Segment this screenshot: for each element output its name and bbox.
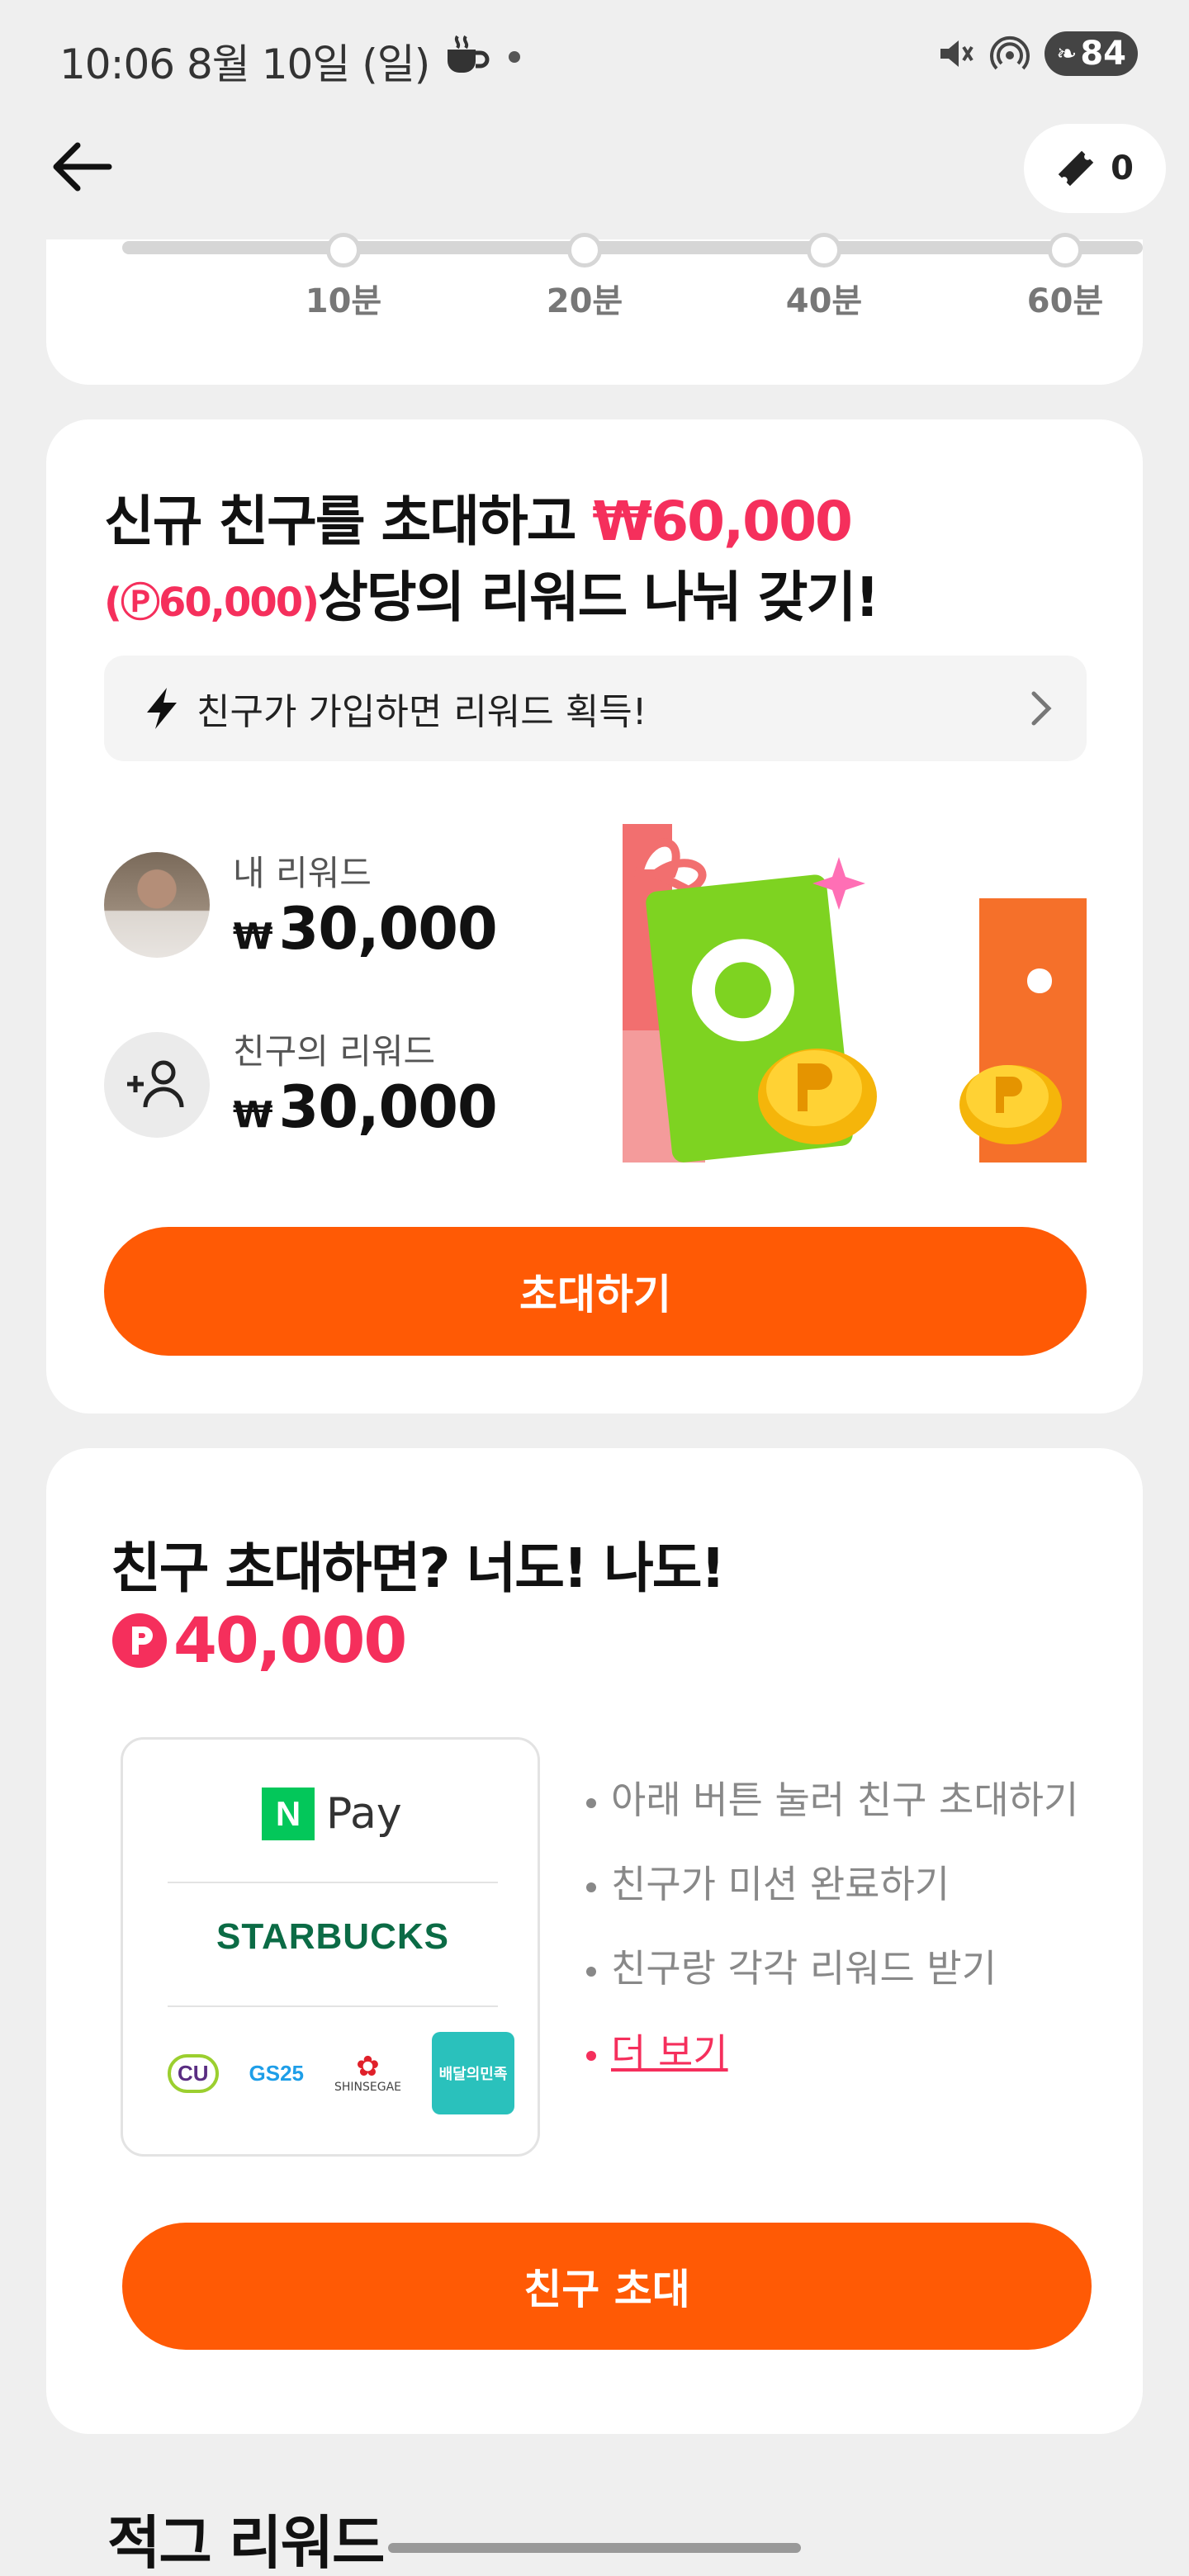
ticket-count-button[interactable]: 0 [1024, 124, 1166, 213]
back-button[interactable] [46, 132, 116, 201]
friend-reward-value: ₩30,000 [233, 1073, 498, 1141]
won-symbol: ₩ [233, 1094, 273, 1136]
status-time: 10:06 8월 10일 (일) [59, 40, 430, 88]
won-symbol: ₩ [233, 916, 273, 958]
slider-stop-20[interactable] [567, 233, 602, 268]
bullet-dot [586, 2050, 596, 2061]
cu-logo: CU [168, 2053, 219, 2093]
notification-dot-icon [509, 51, 520, 63]
npay-logo: N Pay [262, 1788, 402, 1840]
my-reward-label: 내 리워드 [233, 853, 372, 893]
invite-friend-button-label: 친구 초대 [523, 2266, 690, 2313]
my-reward-amount: 30,000 [278, 895, 498, 963]
shinsegae-flower-icon: ✿ [356, 2050, 380, 2083]
step-item: 친구가 미션 완료하기 [586, 1854, 950, 1909]
point-p-icon [112, 1612, 167, 1668]
step-text: 친구가 미션 완료하기 [611, 1862, 950, 1906]
invite-button[interactable]: 초대하기 [104, 1227, 1087, 1356]
invite-button-label: 초대하기 [519, 1271, 671, 1319]
coffee-icon [448, 35, 490, 73]
battery-level: 84 [1080, 35, 1126, 73]
npay-text: Pay [326, 1789, 402, 1839]
starbucks-logo: STARBUCKS [216, 1916, 449, 1957]
more-link[interactable]: 더 보기 [586, 2023, 728, 2077]
step-item: 친구랑 각각 리워드 받기 [586, 1939, 997, 1993]
mutual-amount: 40,000 [111, 1603, 407, 1677]
bullet-dot [586, 1797, 596, 1808]
invite-info-text: 친구가 가입하면 리워드 획득! [197, 691, 647, 733]
ticket-icon [1058, 150, 1094, 187]
next-section-title: 적그 리워드 [107, 2509, 385, 2576]
chevron-right-icon [1031, 691, 1052, 726]
bullet-dot [586, 1882, 596, 1892]
battery-leaf-icon: ❧ [1056, 39, 1078, 69]
shinsegae-logo: ✿ SHINSEGAE [334, 2053, 401, 2094]
invite-title-suffix: 상당의 리워드 나눠 갖기! [318, 566, 879, 629]
invite-title-amount: ₩60,000 [592, 490, 852, 553]
invite-title-prefix: 신규 친구를 초대하고 [104, 490, 593, 553]
step-item: 아래 버튼 눌러 친구 초대하기 [586, 1770, 1078, 1825]
step-text: 친구랑 각각 리워드 받기 [611, 1946, 997, 1991]
hotspot-icon [990, 36, 1030, 70]
my-avatar [104, 852, 210, 958]
more-link-text: 더 보기 [611, 2030, 728, 2075]
slider-tick-label: 20분 [546, 282, 623, 320]
battery-indicator: ❧ 84 [1045, 31, 1138, 76]
slider-stop-10[interactable] [326, 233, 361, 268]
partner-brands-box: N Pay STARBUCKS CU GS25 ✿ SHINSEGAE 배달의민… [121, 1737, 540, 2157]
friend-reward-amount: 30,000 [278, 1073, 498, 1141]
invite-title-line1: 신규 친구를 초대하고 ₩60,000 [104, 477, 853, 556]
add-person-icon [127, 1060, 184, 1108]
shinsegae-text: SHINSEGAE [334, 2081, 402, 2094]
mute-icon [940, 40, 973, 67]
my-reward-value: ₩30,000 [233, 895, 498, 963]
friend-reward-label: 친구의 리워드 [233, 1031, 436, 1072]
gs25-logo: GS25 [249, 2060, 305, 2086]
npay-n-logo: N [262, 1788, 315, 1840]
small-brands-row: CU GS25 ✿ SHINSEGAE 배달의민족 [168, 2030, 514, 2116]
slider-tick-label: 10분 [305, 282, 382, 320]
invite-title-line2: (Ⓟ60,000)상당의 리워드 나눠 갖기! [104, 553, 879, 632]
ticket-count: 0 [1111, 149, 1134, 187]
bullet-dot [586, 1966, 596, 1977]
slider-tick-label: 40분 [785, 282, 863, 320]
time-slider-track[interactable] [122, 241, 1143, 254]
friend-avatar [104, 1032, 210, 1138]
lightning-icon [147, 688, 177, 729]
mutual-amount-value: 40,000 [173, 1603, 407, 1677]
baemin-logo: 배달의민족 [432, 2032, 514, 2114]
home-indicator[interactable] [388, 2543, 801, 2553]
slider-tick-label: 60분 [1026, 282, 1104, 320]
status-icons: ❧ 84 [936, 31, 1138, 76]
invite-title-points: (Ⓟ60,000) [104, 580, 320, 626]
brand-divider [168, 1882, 498, 1883]
arrow-left-icon [53, 142, 112, 192]
invite-info-row[interactable]: 친구가 가입하면 리워드 획득! [104, 656, 1087, 761]
invite-friend-button[interactable]: 친구 초대 [122, 2223, 1092, 2350]
mutual-title: 친구 초대하면? 너도! 나도! [111, 1537, 726, 1600]
step-text: 아래 버튼 눌러 친구 초대하기 [611, 1778, 1079, 1822]
reward-cards-illustration [623, 824, 1087, 1163]
slider-stop-40[interactable] [807, 233, 841, 268]
slider-stop-60[interactable] [1048, 233, 1082, 268]
brand-divider [168, 2005, 498, 2007]
